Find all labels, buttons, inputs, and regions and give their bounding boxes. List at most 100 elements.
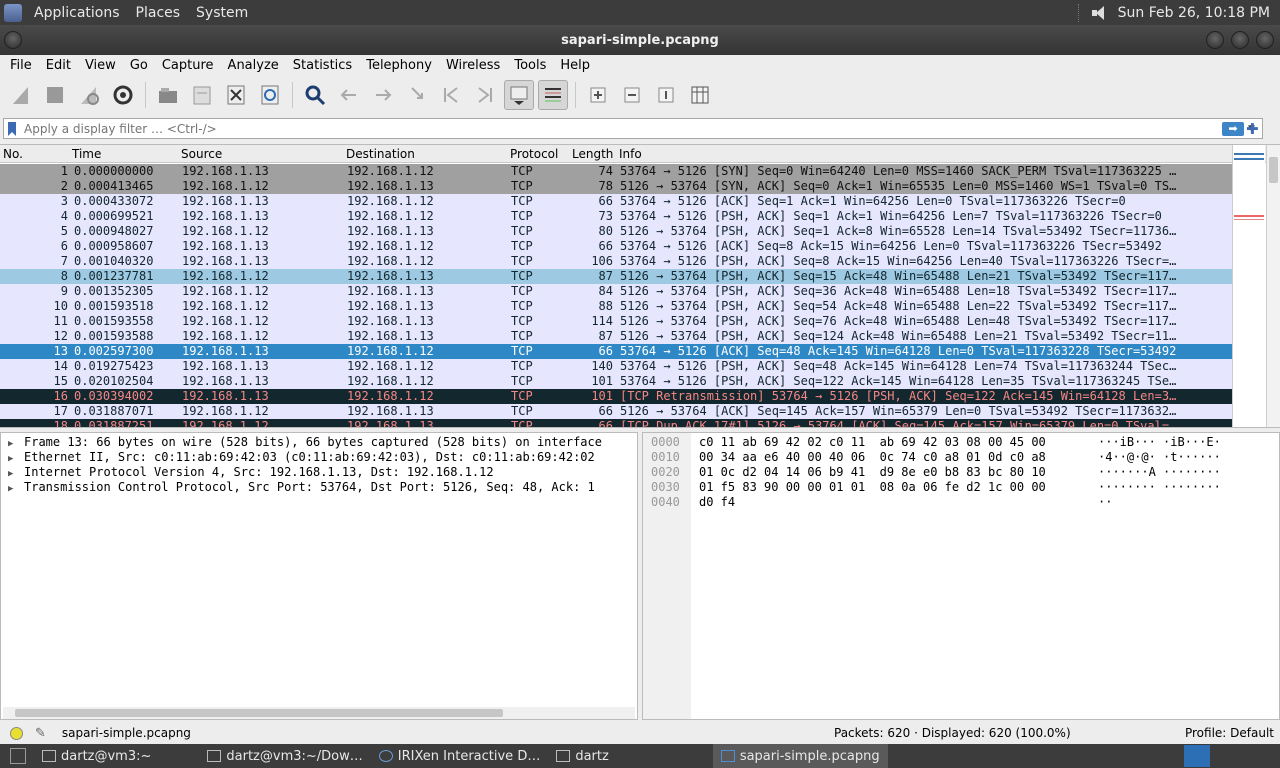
- expand-arrow-icon[interactable]: ▶: [8, 482, 24, 497]
- save-file-icon[interactable]: [187, 80, 217, 110]
- table-row[interactable]: 17 0.031887071 192.168.1.12 192.168.1.13 TCP…: [0, 404, 1232, 419]
- expert-info-indicator-icon[interactable]: [10, 726, 23, 740]
- start-capture-fin-icon[interactable]: [6, 80, 36, 110]
- task-wireshark[interactable]: sapari-simple.pcapng: [712, 744, 888, 768]
- column-header-source[interactable]: Source: [181, 147, 222, 161]
- cell-time: 0.001237781: [74, 269, 154, 283]
- cell-len: 66: [598, 404, 613, 418]
- menu-statistics[interactable]: Statistics: [286, 58, 359, 73]
- go-first-packet-icon[interactable]: [436, 80, 466, 110]
- bytes-ascii-column[interactable]: ···iB··· ·iB···E· ·4··@·@· ·t······ ····…: [1098, 433, 1221, 510]
- zoom-in-icon[interactable]: [583, 80, 613, 110]
- workspace-switcher[interactable]: [1184, 745, 1210, 767]
- table-row[interactable]: 14 0.019275423 192.168.1.13 192.168.1.12 TCP…: [0, 359, 1232, 374]
- find-packet-search-icon[interactable]: [300, 80, 330, 110]
- normal-size-icon[interactable]: [651, 80, 681, 110]
- window-title: sapari-simple.pcapng: [561, 32, 719, 48]
- applications-icon[interactable]: [4, 3, 22, 22]
- panel-menu-system[interactable]: System: [188, 5, 256, 21]
- maximize-button[interactable]: [1231, 31, 1249, 49]
- task-terminal-downloads[interactable]: dartz@vm3:~/Dow…: [199, 744, 370, 768]
- panel-menu-applications[interactable]: Applications: [26, 5, 128, 21]
- detail-frame[interactable]: ▶ Frame 13: 66 bytes on wire (528 bits), …: [1, 435, 637, 450]
- cell-no: 9: [60, 284, 68, 298]
- detail-tcp[interactable]: ▶ Transmission Control Protocol, Src Port…: [1, 480, 637, 495]
- bytes-hex-column[interactable]: c0 11 ab 69 42 02 c0 11 ab 69 42 03 08 0…: [699, 433, 1046, 510]
- table-row[interactable]: 18 0.031887251 192.168.1.12 192.168.1.13 TCP…: [0, 419, 1232, 428]
- auto-scroll-icon[interactable]: [504, 80, 534, 110]
- go-to-packet-icon[interactable]: [402, 80, 432, 110]
- detail-ethernet[interactable]: ▶ Ethernet II, Src: c0:11:ab:69:42:03 (c0…: [1, 450, 637, 465]
- menu-analyze[interactable]: Analyze: [221, 58, 286, 73]
- close-button[interactable]: [1256, 31, 1274, 49]
- menu-help[interactable]: Help: [553, 58, 597, 73]
- capture-comment-pencil-icon[interactable]: ✎: [35, 726, 46, 741]
- table-row[interactable]: 5 0.000948027 192.168.1.12 192.168.1.13 TCP 8…: [0, 224, 1232, 239]
- table-row[interactable]: 13 0.002597300 192.168.1.13 192.168.1.12 TCP…: [0, 344, 1232, 359]
- resize-columns-icon[interactable]: [685, 80, 715, 110]
- capture-options-gear-icon[interactable]: [108, 80, 138, 110]
- go-forward-arrow-icon[interactable]: [368, 80, 398, 110]
- table-row[interactable]: 9 0.001352305 192.168.1.12 192.168.1.13 TCP 8…: [0, 284, 1232, 299]
- panel-clock[interactable]: Sun Feb 26, 10:18 PM: [1118, 5, 1270, 21]
- menu-tools[interactable]: Tools: [507, 58, 553, 73]
- status-profile[interactable]: Profile: Default: [1185, 726, 1274, 740]
- table-row[interactable]: 12 0.001593588 192.168.1.12 192.168.1.13 TCP…: [0, 329, 1232, 344]
- open-file-icon[interactable]: [153, 80, 183, 110]
- details-horizontal-scrollbar[interactable]: [3, 707, 635, 719]
- cell-dst: 192.168.1.13: [347, 419, 434, 428]
- task-browser[interactable]: IRIXen Interactive D…: [371, 744, 549, 768]
- table-row[interactable]: 4 0.000699521 192.168.1.13 192.168.1.12 TCP 7…: [0, 209, 1232, 224]
- display-filter-input[interactable]: [20, 121, 1222, 136]
- table-row[interactable]: 11 0.001593558 192.168.1.12 192.168.1.13 TCP…: [0, 314, 1232, 329]
- colorize-packet-list-icon[interactable]: [538, 80, 568, 110]
- restart-capture-icon[interactable]: [74, 80, 104, 110]
- window-menu-button[interactable]: [4, 31, 22, 49]
- table-row[interactable]: 8 0.001237781 192.168.1.12 192.168.1.13 TCP 8…: [0, 269, 1232, 284]
- column-header-time[interactable]: Time: [72, 147, 101, 161]
- menu-edit[interactable]: Edit: [39, 58, 78, 73]
- table-row[interactable]: 16 0.030394002 192.168.1.13 192.168.1.12 TCP…: [0, 389, 1232, 404]
- go-last-packet-icon[interactable]: [470, 80, 500, 110]
- show-desktop-icon[interactable]: [10, 748, 26, 764]
- menu-telephony[interactable]: Telephony: [359, 58, 439, 73]
- cell-info: 5126 → 53764 [PSH, ACK] Seq=1 Ack=8 Win=…: [620, 224, 1177, 238]
- volume-icon[interactable]: [1090, 5, 1108, 21]
- close-file-icon[interactable]: [221, 80, 251, 110]
- panel-menu-places[interactable]: Places: [128, 5, 189, 21]
- bookmark-icon[interactable]: [4, 119, 20, 138]
- column-header-destination[interactable]: Destination: [346, 147, 415, 161]
- go-back-arrow-icon[interactable]: [334, 80, 364, 110]
- table-row[interactable]: 7 0.001040320 192.168.1.13 192.168.1.12 TCP 1…: [0, 254, 1232, 269]
- table-row[interactable]: 6 0.000958607 192.168.1.13 192.168.1.12 TCP 6…: [0, 239, 1232, 254]
- minimize-button[interactable]: [1206, 31, 1224, 49]
- menu-capture[interactable]: Capture: [155, 58, 221, 73]
- column-header-protocol[interactable]: Protocol: [510, 147, 558, 161]
- zoom-out-icon[interactable]: [617, 80, 647, 110]
- detail-ipv4[interactable]: ▶ Internet Protocol Version 4, Src: 192.1…: [1, 465, 637, 480]
- packet-list-scrollbar[interactable]: [1266, 145, 1280, 427]
- menu-file[interactable]: File: [0, 58, 39, 73]
- cell-no: 15: [53, 374, 68, 388]
- column-header-length[interactable]: Length: [572, 147, 613, 161]
- window-titlebar[interactable]: sapari-simple.pcapng: [0, 25, 1280, 55]
- task-terminal-home[interactable]: dartz@vm3:~: [34, 744, 159, 768]
- table-row[interactable]: 3 0.000433072 192.168.1.13 192.168.1.12 TCP 6…: [0, 194, 1232, 209]
- packet-minimap[interactable]: [1232, 145, 1265, 427]
- apply-filter-arrow-icon[interactable]: ➡: [1222, 121, 1244, 136]
- column-header-no[interactable]: No.: [3, 147, 23, 161]
- stop-capture-icon[interactable]: [40, 80, 70, 110]
- cell-src: 192.168.1.12: [182, 224, 269, 238]
- table-row[interactable]: 1 0.000000000 192.168.1.13 192.168.1.12 TCP 7…: [0, 164, 1232, 179]
- table-row[interactable]: 2 0.000413465 192.168.1.12 192.168.1.13 TCP 7…: [0, 179, 1232, 194]
- table-row[interactable]: 10 0.001593518 192.168.1.12 192.168.1.13 TCP…: [0, 299, 1232, 314]
- menu-go[interactable]: Go: [123, 58, 155, 73]
- cell-len: 78: [598, 179, 613, 193]
- add-filter-button-plus-icon[interactable]: ✚: [1246, 120, 1259, 138]
- menu-view[interactable]: View: [78, 58, 123, 73]
- task-file-manager[interactable]: dartz: [548, 744, 616, 768]
- column-header-info[interactable]: Info: [619, 147, 642, 161]
- table-row[interactable]: 15 0.020102504 192.168.1.13 192.168.1.12 TCP…: [0, 374, 1232, 389]
- reload-file-icon[interactable]: [255, 80, 285, 110]
- menu-wireless[interactable]: Wireless: [439, 58, 507, 73]
